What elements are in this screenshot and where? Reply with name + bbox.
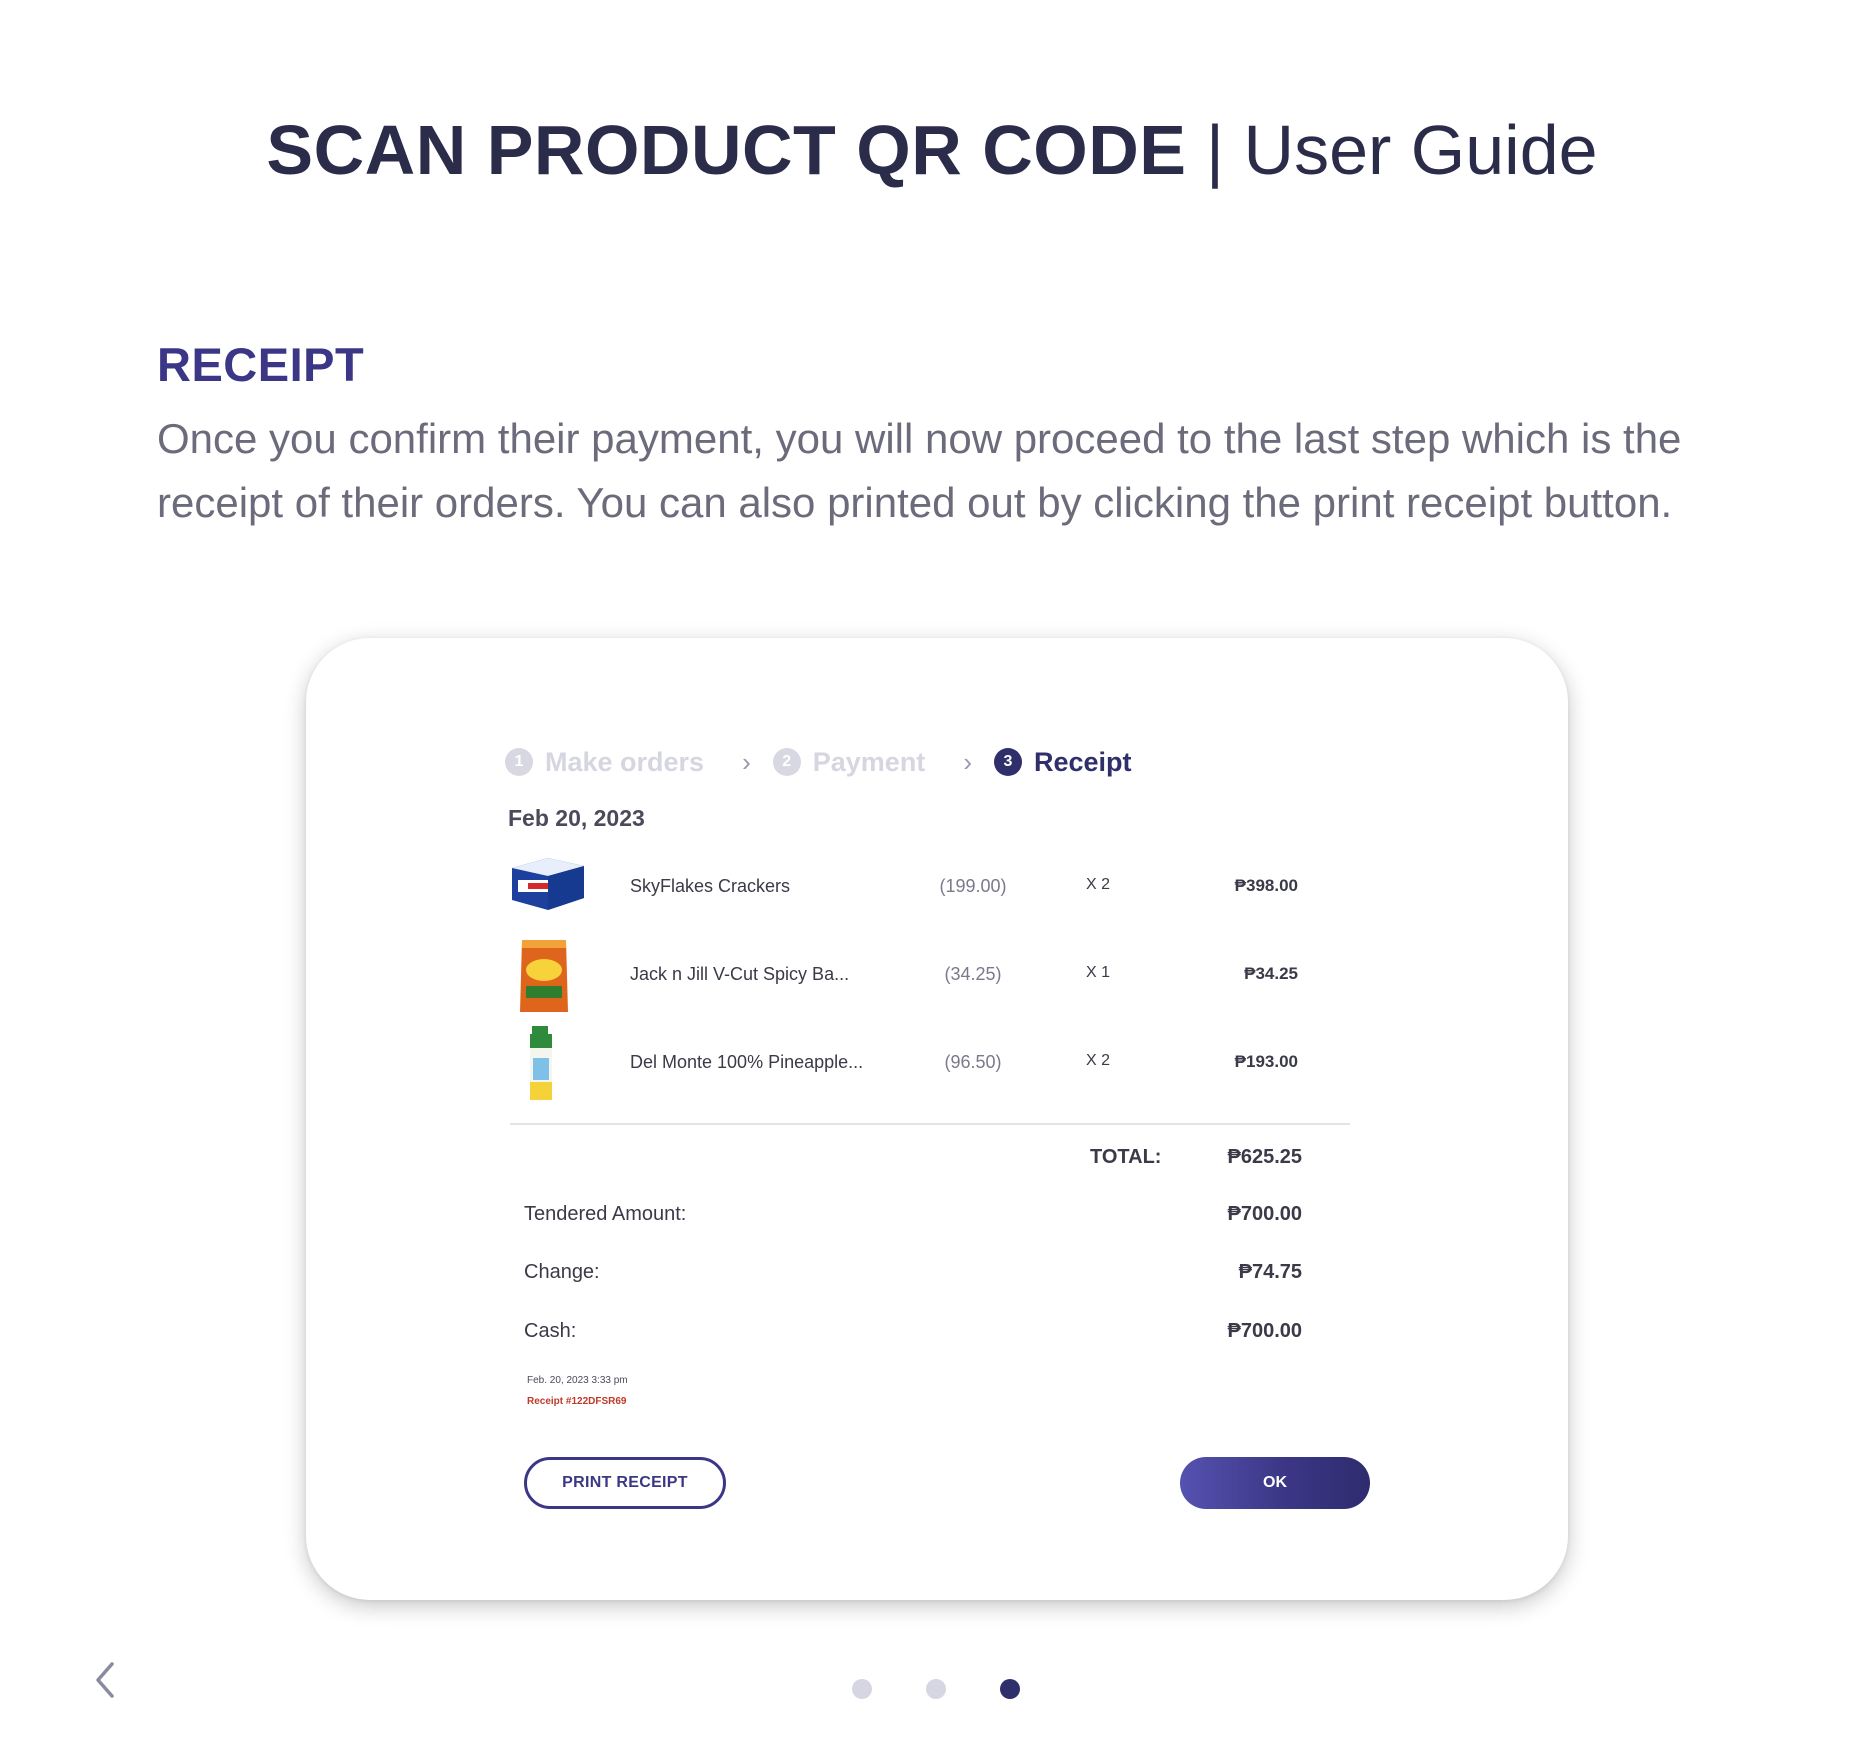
change-value: ₱74.75 bbox=[1238, 1261, 1302, 1283]
step-number: 1 bbox=[505, 748, 533, 776]
pagination-dot[interactable] bbox=[926, 1679, 946, 1699]
page-title-main: SCAN PRODUCT QR CODE bbox=[266, 111, 1187, 189]
chips-bag-icon bbox=[520, 940, 568, 1012]
chevron-right-icon: › bbox=[963, 746, 972, 777]
juice-carton-icon bbox=[530, 1026, 552, 1100]
item-unit-price: (34.25) bbox=[944, 964, 1002, 984]
item-name: Del Monte 100% Pineapple... bbox=[630, 1052, 864, 1072]
receipt-date: Feb 20, 2023 bbox=[508, 805, 645, 831]
chevron-left-icon[interactable] bbox=[90, 1660, 120, 1700]
tendered-amount-label: Tendered Amount: bbox=[524, 1203, 687, 1225]
item-amount: ₱34.25 bbox=[1244, 964, 1298, 983]
pagination-dots bbox=[852, 1679, 1074, 1699]
section-description: Once you confirm their payment, you will… bbox=[157, 415, 1682, 526]
receipt-timestamp: Feb. 20, 2023 3:33 pm bbox=[527, 1375, 628, 1386]
item-quantity: X 1 bbox=[1085, 964, 1110, 981]
page-title-separator: | bbox=[1186, 111, 1244, 189]
step-number: 3 bbox=[993, 748, 1022, 776]
step-label: Make orders bbox=[545, 746, 705, 777]
item-quantity: X 2 bbox=[1085, 876, 1110, 893]
item-unit-price: (96.50) bbox=[944, 1052, 1002, 1072]
receipt-number: Receipt #122DFSR69 bbox=[527, 1396, 627, 1407]
tendered-amount-value: ₱700.00 bbox=[1227, 1203, 1302, 1225]
step-label: Receipt bbox=[1033, 746, 1132, 777]
print-receipt-button[interactable]: PRINT RECEIPT bbox=[524, 1457, 726, 1509]
page-title-subtitle: User Guide bbox=[1243, 111, 1598, 189]
checkout-stepper: 1 Make orders › 2 Payment › 3 Receipt bbox=[505, 742, 1132, 782]
item-amount: ₱193.00 bbox=[1234, 1052, 1298, 1071]
step-make-orders: 1 Make orders bbox=[505, 747, 704, 778]
receipt-divider bbox=[510, 1123, 1350, 1125]
receipt-line-item: Jack n Jill V-Cut Spicy Ba... (34.25) X … bbox=[508, 936, 1308, 1016]
chevron-right-icon: › bbox=[742, 746, 751, 777]
item-name: SkyFlakes Crackers bbox=[630, 876, 791, 896]
total-label: TOTAL: bbox=[1090, 1146, 1162, 1168]
cash-value: ₱700.00 bbox=[1227, 1320, 1302, 1342]
receipt-line-item: Del Monte 100% Pineapple... (96.50) X 2 … bbox=[508, 1024, 1308, 1104]
receipt-screenshot-card bbox=[306, 638, 1568, 1600]
item-name: Jack n Jill V-Cut Spicy Ba... bbox=[630, 964, 850, 984]
step-receipt: 3 Receipt bbox=[993, 746, 1132, 778]
step-label: Payment bbox=[812, 746, 926, 777]
ok-button[interactable]: OK bbox=[1180, 1457, 1370, 1509]
receipt-line-item: SkyFlakes Crackers (199.00) X 2 ₱398.00 bbox=[508, 848, 1308, 928]
item-amount: ₱398.00 bbox=[1234, 876, 1298, 895]
section-heading: RECEIPT bbox=[157, 338, 365, 391]
step-payment: 2 Payment bbox=[772, 746, 926, 778]
pagination-dot[interactable] bbox=[852, 1679, 872, 1699]
crackers-box-icon bbox=[512, 858, 584, 910]
step-number: 2 bbox=[772, 748, 801, 776]
cash-label: Cash: bbox=[524, 1320, 577, 1342]
item-quantity: X 2 bbox=[1085, 1052, 1110, 1069]
pagination-dot-active[interactable] bbox=[1000, 1679, 1020, 1699]
change-label: Change: bbox=[524, 1261, 600, 1283]
total-value: ₱625.25 bbox=[1227, 1146, 1302, 1168]
item-unit-price: (199.00) bbox=[939, 876, 1007, 896]
page-title: SCAN PRODUCT QR CODE | User Guide bbox=[0, 108, 1864, 192]
